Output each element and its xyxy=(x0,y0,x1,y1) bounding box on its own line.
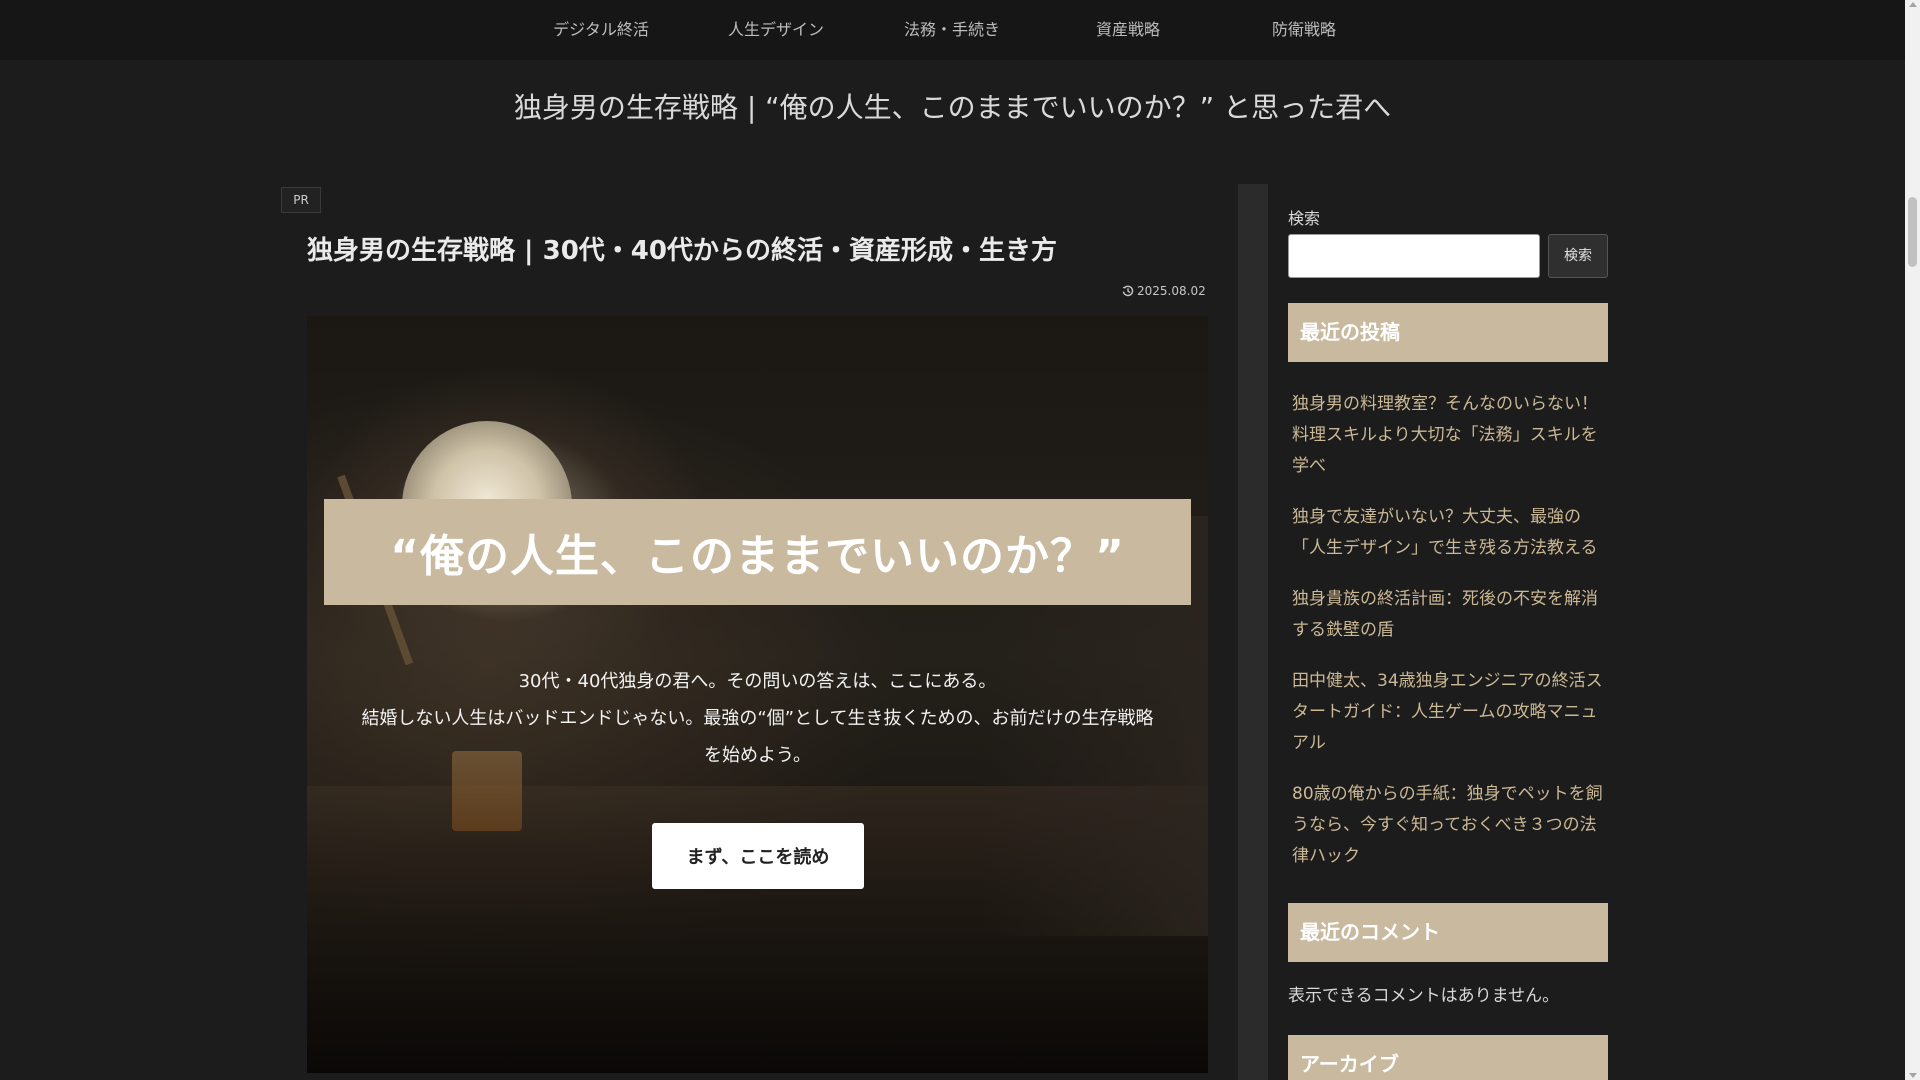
recent-post-line: 「人生デザイン」で生き残る方法教える xyxy=(1292,538,1598,558)
read-first-button[interactable]: まず、ここを読め xyxy=(652,823,864,889)
recent-post-line: 独身貴族の終活計画：死後の不安を解消 xyxy=(1292,589,1598,609)
recent-post-line: 80歳の俺からの手紙：独身でペットを飼 xyxy=(1292,784,1603,804)
archive-heading: アーカイブ xyxy=(1288,1035,1608,1080)
hero-line: 30代・40代独身の君へ。その問いの答えは、ここにある。 xyxy=(518,671,997,692)
recent-post-line: 学べ xyxy=(1292,456,1326,476)
scroll-thumb[interactable] xyxy=(1908,197,1917,267)
scroll-down-arrow-icon[interactable] xyxy=(1909,1073,1917,1078)
page: デジタル終活 人生デザイン 法務・手続き 資産戦略 防衛戦略 独身男の生存戦略 … xyxy=(0,0,1905,1080)
history-icon xyxy=(1122,285,1134,297)
hero-text: 30代・40代独身の君へ。その問いの答えは、ここにある。 結婚しない人生はバッド… xyxy=(307,663,1208,774)
recent-comments-heading: 最近のコメント xyxy=(1288,903,1608,962)
hero-image: “俺の人生、このままでいいのか？” 30代・40代独身の君へ。その問いの答えは、… xyxy=(307,316,1208,1073)
pr-badge: PR xyxy=(281,187,321,213)
nav-item-defense[interactable]: 防衛戦略 xyxy=(1224,0,1384,60)
recent-post-line: 田中健太、34歳独身エンジニアの終活ス xyxy=(1292,671,1603,691)
recent-post-link[interactable]: 田中健太、34歳独身エンジニアの終活ス タートガイド：人生ゲームの攻略マニュ ア… xyxy=(1292,666,1608,759)
hero-line: 結婚しない人生はバッドエンドじゃない。最強の“個”として生き抜くための、お前だけ… xyxy=(361,708,1154,729)
column-gutter xyxy=(1238,184,1268,1080)
nav-item-assets[interactable]: 資産戦略 xyxy=(1048,0,1208,60)
search-button[interactable]: 検索 xyxy=(1548,234,1608,278)
hero-line: を始めよう。 xyxy=(704,745,811,766)
recent-post-line: アル xyxy=(1292,733,1326,753)
recent-post-line: 独身男の料理教室？そんなのいらない！ xyxy=(1292,394,1598,414)
nav-item-legal[interactable]: 法務・手続き xyxy=(872,0,1032,60)
recent-post-link[interactable]: 80歳の俺からの手紙：独身でペットを飼 うなら、今すぐ知っておくべき３つの法 律… xyxy=(1292,779,1608,872)
scroll-up-arrow-icon[interactable] xyxy=(1909,2,1917,7)
top-nav: デジタル終活 人生デザイン 法務・手続き 資産戦略 防衛戦略 xyxy=(0,0,1905,60)
nav-item-life-design[interactable]: 人生デザイン xyxy=(696,0,856,60)
recent-post-link[interactable]: 独身で友達がいない？大丈夫、最強の 「人生デザイン」で生き残る方法教える xyxy=(1292,502,1608,564)
recent-post-link[interactable]: 独身貴族の終活計画：死後の不安を解消 する鉄壁の盾 xyxy=(1292,584,1608,646)
recent-post-line: タートガイド：人生ゲームの攻略マニュ xyxy=(1292,702,1598,722)
post-date-text: 2025.08.02 xyxy=(1137,284,1206,298)
site-title[interactable]: 独身男の生存戦略 | “俺の人生、このままでいいのか？” と思った君へ xyxy=(0,86,1905,126)
page-scrollbar[interactable] xyxy=(1905,0,1920,1080)
recent-posts-list: 独身男の料理教室？そんなのいらない！ 料理スキルより大切な「法務」スキルを 学べ… xyxy=(1292,389,1608,892)
recent-post-link[interactable]: 独身男の料理教室？そんなのいらない！ 料理スキルより大切な「法務」スキルを 学べ xyxy=(1292,389,1608,482)
recent-post-line: する鉄壁の盾 xyxy=(1292,620,1394,640)
post-title: 独身男の生存戦略 | 30代・40代からの終活・資産形成・生き方 xyxy=(307,236,1057,266)
recent-post-line: うなら、今すぐ知っておくべき３つの法 xyxy=(1292,815,1597,835)
recent-post-line: 律ハック xyxy=(1292,846,1360,866)
recent-post-line: 独身で友達がいない？大丈夫、最強の xyxy=(1292,507,1581,527)
post-date: 2025.08.02 xyxy=(1122,284,1206,298)
nav-item-digital-shukatsu[interactable]: デジタル終活 xyxy=(521,0,681,60)
hero-headline: “俺の人生、このままでいいのか？” xyxy=(390,531,1125,582)
recent-post-line: 料理スキルより大切な「法務」スキルを xyxy=(1292,425,1598,445)
no-comments-text: 表示できるコメントはありません。 xyxy=(1288,986,1560,1006)
search-input[interactable] xyxy=(1288,234,1540,278)
hero-banner: “俺の人生、このままでいいのか？” xyxy=(324,499,1191,605)
search-label: 検索 xyxy=(1288,209,1321,228)
recent-posts-heading: 最近の投稿 xyxy=(1288,303,1608,362)
